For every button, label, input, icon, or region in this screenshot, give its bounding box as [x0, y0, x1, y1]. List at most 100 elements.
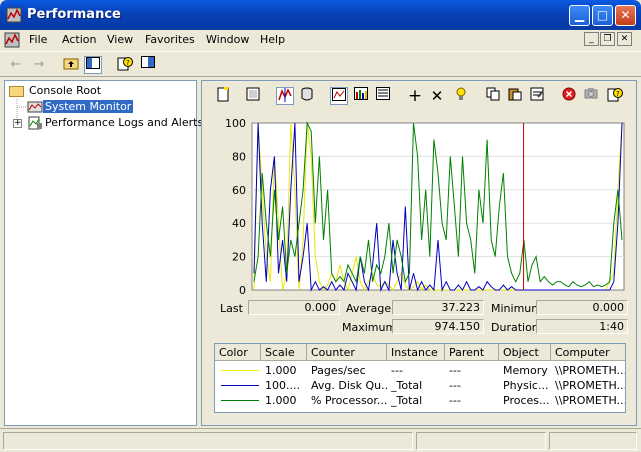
col-parent[interactable]: Parent [445, 344, 499, 361]
menu-file[interactable]: File [29, 33, 47, 46]
y-tick-label: 20 [232, 251, 246, 264]
legend-cell-object: Physic... [503, 379, 549, 392]
view-graph-icon[interactable] [330, 87, 348, 105]
view-report-icon[interactable] [374, 87, 392, 105]
console-pane-icon[interactable] [139, 56, 157, 74]
properties-icon[interactable] [528, 87, 546, 105]
delete-counter-icon[interactable]: ✕ [428, 87, 446, 105]
menu-window[interactable]: Window [206, 33, 249, 46]
average-value: 37.223 [392, 300, 484, 315]
y-tick-label: 60 [232, 184, 246, 197]
legend-color-swatch [221, 400, 259, 401]
y-tick-label: 40 [232, 217, 246, 230]
legend-header: Color Scale Counter Instance Parent Obje… [215, 344, 625, 361]
tree-item-performance-logs[interactable]: Performance Logs and Alerts [27, 115, 205, 131]
legend-cell-parent: --- [449, 364, 461, 377]
last-value: 0.000 [248, 300, 340, 315]
col-instance[interactable]: Instance [387, 344, 445, 361]
legend-row[interactable]: 1.000 % Processor... _Total --- Proces... \\P… [215, 393, 625, 408]
legend-cell-scale: 1.000 [265, 394, 297, 407]
console-tree: Console Root System Monitor + Performanc… [4, 80, 203, 426]
legend-cell-counter: Avg. Disk Qu... [311, 379, 387, 392]
average-label: Average [346, 302, 392, 315]
minimum-label: Minimum [491, 302, 542, 315]
maximum-label: Maximum [342, 321, 397, 334]
svg-text:?: ? [616, 90, 620, 98]
document-system-icon[interactable] [4, 32, 20, 48]
new-counter-set-icon[interactable] [214, 87, 232, 105]
legend-cell-scale: 100.... [265, 379, 300, 392]
menu-view[interactable]: View [107, 33, 133, 46]
child-restore-button[interactable]: ❐ [600, 32, 615, 46]
col-object[interactable]: Object [499, 344, 551, 361]
legend-cell-computer: \\PROMETH... [555, 379, 625, 392]
legend-cell-counter: % Processor... [311, 394, 387, 407]
legend-cell-computer: \\PROMETH... [555, 364, 625, 377]
back-arrow-icon[interactable]: ← [7, 56, 25, 74]
legend-cell-object: Memory [503, 364, 548, 377]
legend-color-swatch [221, 385, 259, 386]
maximize-button[interactable]: □ [592, 5, 613, 26]
svg-text:?: ? [126, 59, 130, 67]
menu-action[interactable]: Action [62, 33, 96, 46]
last-label: Last [220, 302, 243, 315]
legend-row[interactable]: 100.... Avg. Disk Qu... _Total --- Physic...… [215, 378, 625, 393]
legend-cell-instance: _Total [391, 379, 423, 392]
update-data-icon[interactable] [582, 87, 600, 105]
clear-display-icon[interactable] [244, 87, 262, 105]
menu-favorites[interactable]: Favorites [145, 33, 195, 46]
menu-bar: File Action View Favorites Window Help [0, 30, 641, 50]
title-bar[interactable]: Performance ▁ □ ✕ [0, 0, 641, 30]
col-counter[interactable]: Counter [307, 344, 387, 361]
col-scale[interactable]: Scale [261, 344, 307, 361]
col-color[interactable]: Color [215, 344, 261, 361]
duration-value: 1:40 [536, 319, 628, 334]
freeze-display-icon[interactable] [560, 87, 578, 105]
system-monitor-toolbar: + ✕ ? [202, 81, 636, 111]
legend-cell-instance: --- [391, 364, 403, 377]
view-log-data-icon[interactable] [298, 87, 316, 105]
duration-label: Duration [491, 321, 539, 334]
paste-counter-list-icon[interactable] [506, 87, 524, 105]
up-one-level-icon[interactable] [62, 56, 80, 74]
system-monitor-icon [27, 101, 43, 113]
close-button[interactable]: ✕ [615, 5, 636, 26]
status-cell-3 [549, 432, 637, 450]
add-counter-icon[interactable]: + [406, 87, 424, 105]
show-hide-tree-icon[interactable] [84, 56, 102, 74]
maximum-value: 974.150 [392, 319, 484, 334]
status-cell-2 [416, 432, 546, 450]
y-tick-label: 100 [225, 117, 246, 130]
status-bar [0, 428, 641, 452]
counter-legend: Color Scale Counter Instance Parent Obje… [214, 343, 626, 413]
highlight-icon[interactable] [452, 87, 470, 105]
performance-graph[interactable]: 100 80 60 40 20 0 [214, 111, 626, 301]
minimize-button[interactable]: ▁ [569, 5, 590, 26]
performance-app-icon [6, 7, 22, 23]
legend-cell-scale: 1.000 [265, 364, 297, 377]
minimum-value: 0.000 [536, 300, 628, 315]
legend-cell-instance: _Total [391, 394, 423, 407]
system-monitor-pane: + ✕ ? 100 80 60 40 20 0 Last 0.000 Average 37… [201, 80, 637, 426]
child-minimize-button[interactable]: _ [584, 32, 599, 46]
copy-properties-icon[interactable] [484, 87, 502, 105]
tree-item-system-monitor[interactable]: System Monitor [27, 99, 134, 115]
legend-color-swatch [221, 370, 259, 371]
legend-cell-parent: --- [449, 394, 461, 407]
logs-alerts-icon [28, 116, 42, 130]
main-toolbar: ← → ? [0, 51, 641, 77]
help-icon-monitor[interactable]: ? [606, 87, 624, 105]
line-chart: 100 80 60 40 20 0 [225, 117, 625, 297]
forward-arrow-icon[interactable]: → [30, 56, 48, 74]
legend-cell-computer: \\PROMETH... [555, 394, 625, 407]
view-histogram-icon[interactable] [352, 87, 370, 105]
col-computer[interactable]: Computer [551, 344, 625, 361]
legend-cell-object: Proces... [503, 394, 550, 407]
legend-row[interactable]: 1.000 Pages/sec --- --- Memory \\PROMETH... [215, 363, 625, 378]
menu-help[interactable]: Help [260, 33, 285, 46]
child-close-button[interactable]: ✕ [617, 32, 632, 46]
legend-cell-parent: --- [449, 379, 461, 392]
view-current-activity-icon[interactable] [276, 87, 294, 105]
expand-toggle[interactable]: + [13, 119, 22, 128]
help-icon[interactable]: ? [116, 56, 134, 74]
